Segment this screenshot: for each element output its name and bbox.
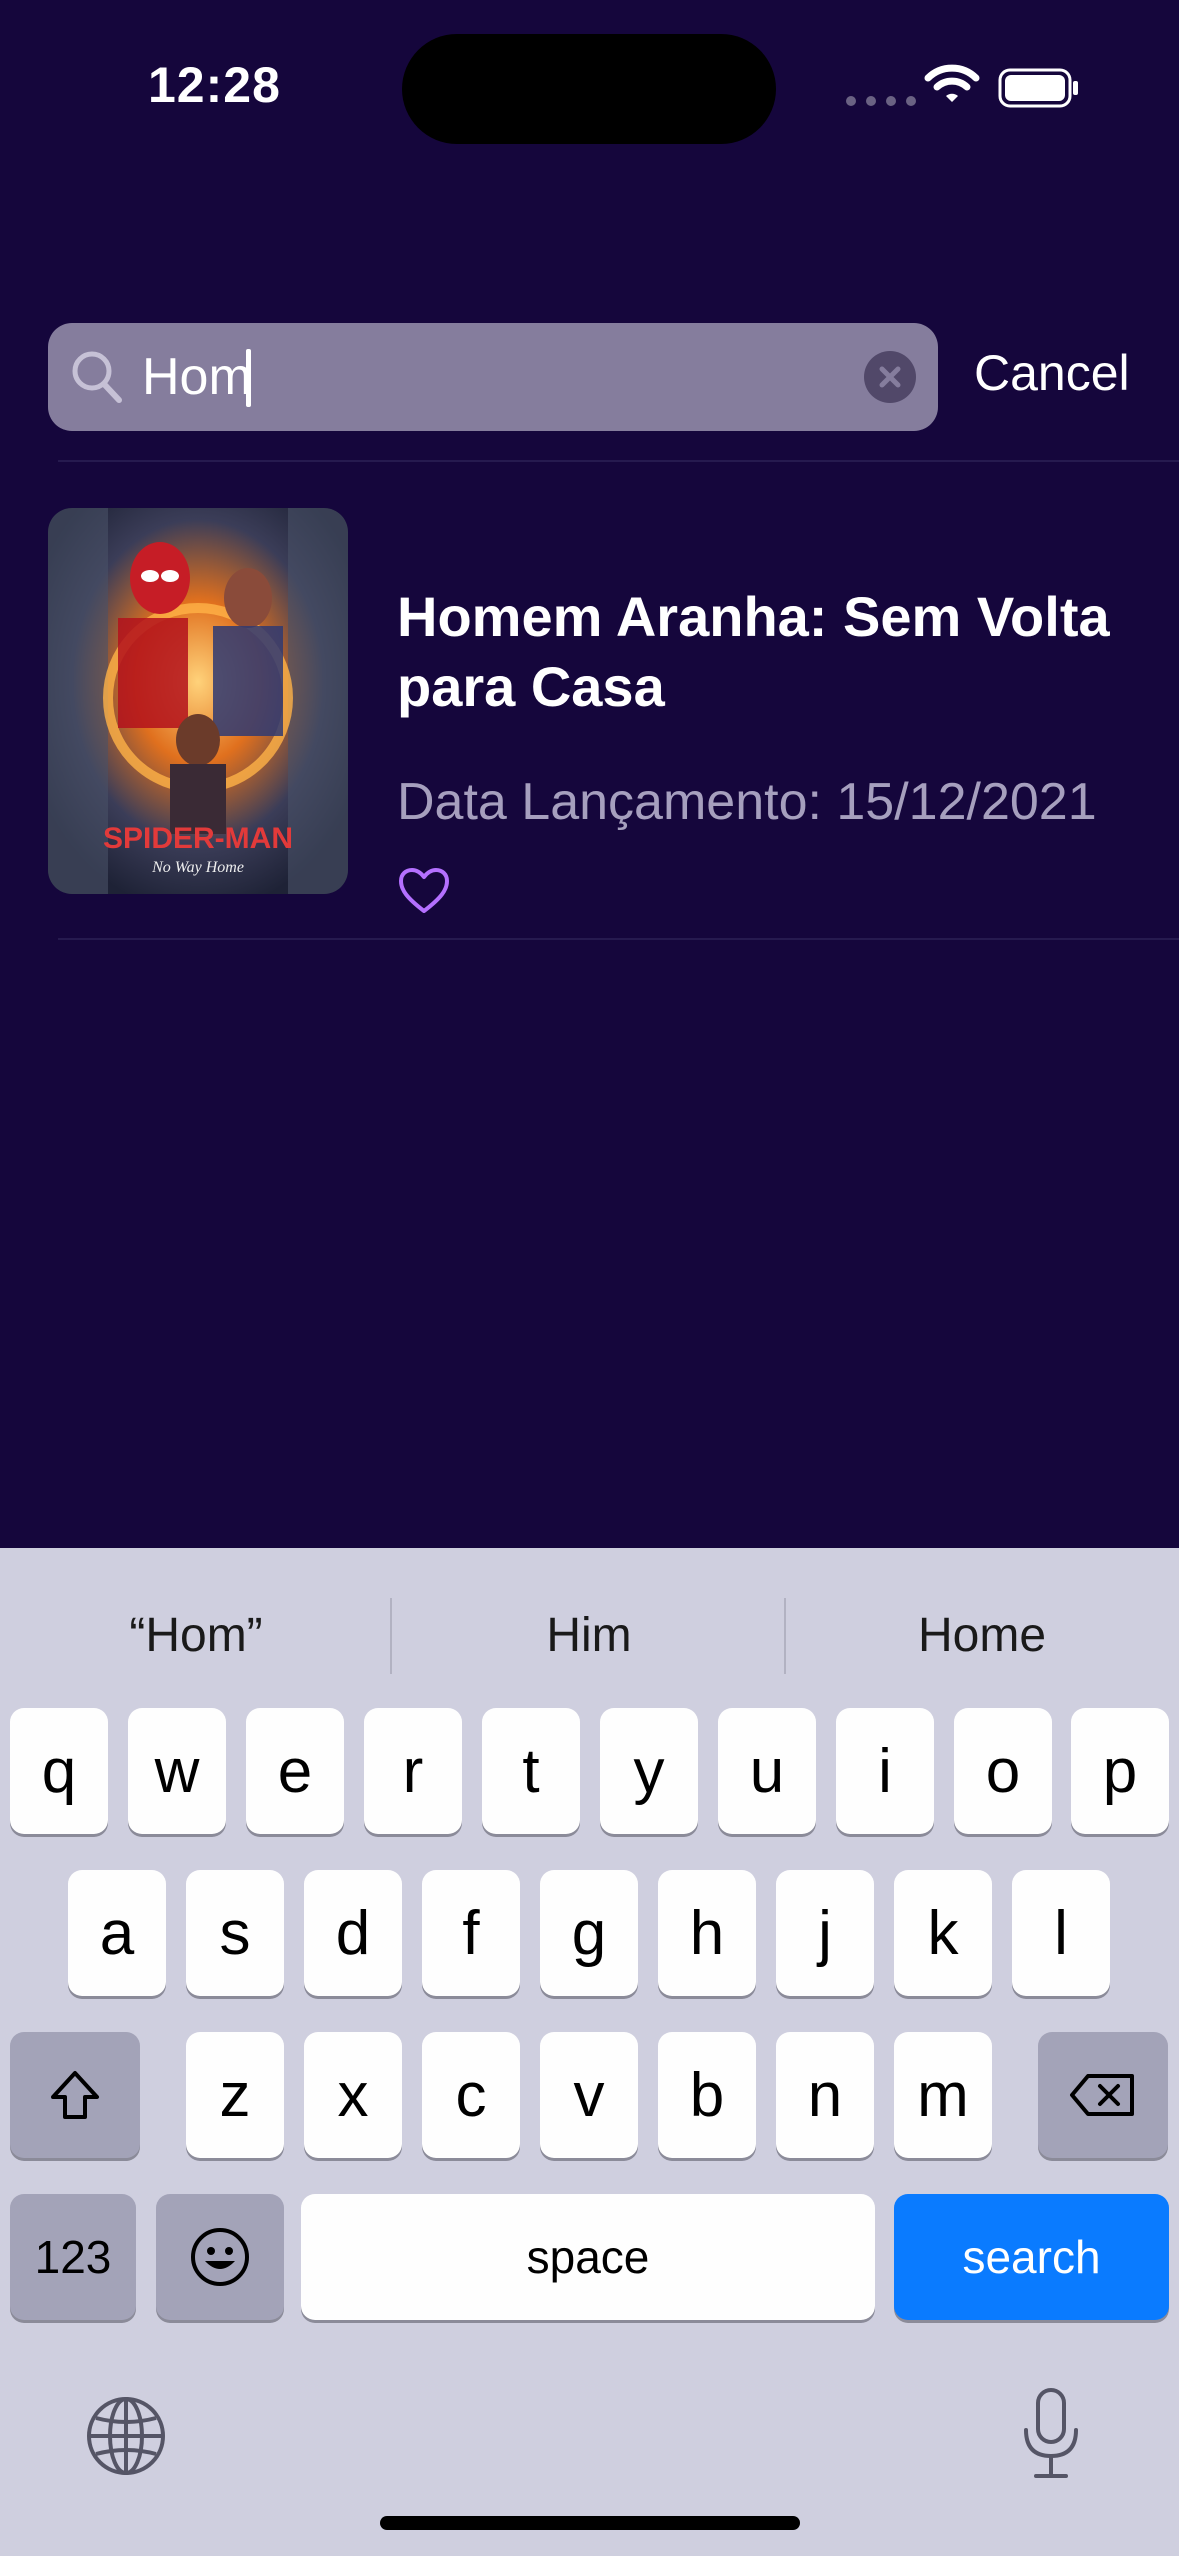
key-h[interactable]: h	[658, 1870, 756, 1996]
suggestion[interactable]: Him	[393, 1590, 785, 1680]
key-m[interactable]: m	[894, 2032, 992, 2158]
close-icon	[879, 366, 901, 388]
release-date: Data Lançamento: 15/12/2021	[397, 773, 1097, 831]
key-l[interactable]: l	[1012, 1870, 1110, 1996]
key-r[interactable]: r	[364, 1708, 462, 1834]
key-e[interactable]: e	[246, 1708, 344, 1834]
delete-key[interactable]	[1038, 2032, 1168, 2158]
text-cursor	[246, 349, 251, 407]
dynamic-island	[402, 34, 776, 144]
battery-icon	[998, 68, 1078, 108]
key-c[interactable]: c	[422, 2032, 520, 2158]
suggestion-separator	[390, 1598, 392, 1674]
key-s[interactable]: s	[186, 1870, 284, 1996]
suggestion[interactable]: “Hom”	[0, 1590, 392, 1680]
microphone-icon[interactable]	[1016, 2386, 1086, 2482]
cellular-signal-icon	[846, 96, 916, 106]
status-time: 12:28	[148, 57, 281, 113]
shift-key[interactable]	[10, 2032, 140, 2158]
poster-title: SPIDER-MAN	[103, 822, 293, 855]
home-indicator	[380, 2516, 800, 2530]
key-i[interactable]: i	[836, 1708, 934, 1834]
suggestion[interactable]: Home	[786, 1590, 1178, 1680]
cancel-button[interactable]: Cancel	[974, 344, 1130, 402]
key-a[interactable]: a	[68, 1870, 166, 1996]
key-t[interactable]: t	[482, 1708, 580, 1834]
key-n[interactable]: n	[776, 2032, 874, 2158]
key-p[interactable]: p	[1071, 1708, 1169, 1834]
poster-subtitle: No Way Home	[151, 859, 244, 876]
backspace-icon	[1070, 2074, 1134, 2116]
divider	[58, 460, 1179, 462]
key-w[interactable]: w	[128, 1708, 226, 1834]
numbers-key[interactable]: 123	[10, 2194, 136, 2320]
keyboard: “Hom” Him Home q w e r t y u i o p a s d…	[0, 1548, 1179, 2556]
space-key[interactable]: space	[301, 2194, 875, 2320]
heart-icon[interactable]	[397, 866, 451, 916]
emoji-key[interactable]	[156, 2194, 284, 2320]
key-z[interactable]: z	[186, 2032, 284, 2158]
search-bar[interactable]	[48, 323, 938, 431]
search-icon	[72, 351, 122, 403]
key-x[interactable]: x	[304, 2032, 402, 2158]
key-y[interactable]: y	[600, 1708, 698, 1834]
key-o[interactable]: o	[954, 1708, 1052, 1834]
divider	[58, 938, 1179, 940]
wifi-icon	[924, 64, 980, 102]
emoji-icon	[191, 2228, 249, 2286]
key-j[interactable]: j	[776, 1870, 874, 1996]
shift-icon	[51, 2071, 99, 2119]
clear-search-button[interactable]	[864, 351, 916, 403]
globe-icon[interactable]	[84, 2394, 168, 2478]
movie-poster: SPIDER-MAN No Way Home	[48, 508, 348, 894]
predictive-bar: “Hom” Him Home	[0, 1590, 1179, 1680]
key-f[interactable]: f	[422, 1870, 520, 1996]
key-q[interactable]: q	[10, 1708, 108, 1834]
key-k[interactable]: k	[894, 1870, 992, 1996]
key-g[interactable]: g	[540, 1870, 638, 1996]
key-u[interactable]: u	[718, 1708, 816, 1834]
key-v[interactable]: v	[540, 2032, 638, 2158]
key-b[interactable]: b	[658, 2032, 756, 2158]
movie-title: Homem Aranha: Sem Volta para Casa	[397, 585, 1110, 718]
search-key[interactable]: search	[894, 2194, 1169, 2320]
key-d[interactable]: d	[304, 1870, 402, 1996]
